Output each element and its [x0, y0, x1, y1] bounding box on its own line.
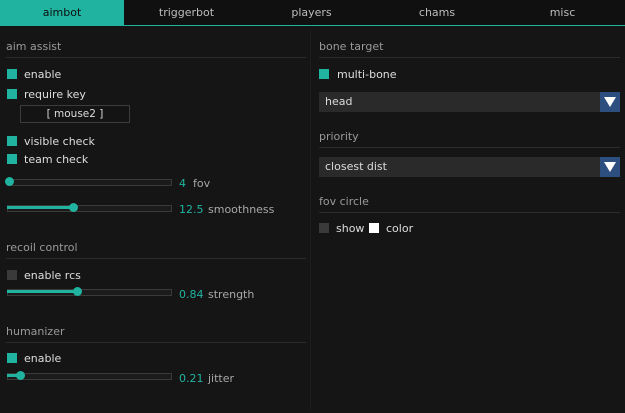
checkbox-enable[interactable]: enable [7, 67, 61, 81]
slider-handle[interactable] [69, 203, 78, 212]
jitter-label: jitter [208, 372, 235, 385]
checkbox-require-key[interactable]: require key [7, 87, 86, 101]
slider-smoothness[interactable] [7, 201, 172, 215]
group-divider [6, 342, 306, 343]
checkbox-require-key-label: require key [24, 87, 86, 101]
slider-track [7, 373, 172, 380]
group-title-bone-target: bone target [319, 40, 384, 53]
checkbox-show[interactable]: show [319, 221, 364, 235]
priority-dropdown-value: closest dist [325, 160, 387, 173]
checkbox-enable-label: enable [24, 67, 62, 81]
checkbox-enable-box[interactable] [7, 69, 17, 79]
tab-aimbot[interactable]: aimbot [0, 0, 124, 25]
checkbox-enable-rcs-box[interactable] [7, 270, 17, 280]
smoothness-label: smoothness [208, 203, 275, 216]
color-swatch[interactable] [369, 223, 379, 233]
slider-fill [7, 206, 71, 209]
chevron-down-icon[interactable] [600, 157, 620, 177]
strength-value: 0.84 [179, 288, 204, 301]
checkbox-multi-bone[interactable]: multi-bone [319, 67, 397, 81]
group-title-humanizer: humanizer [6, 325, 65, 338]
slider-handle[interactable] [73, 287, 82, 296]
jitter-value: 0.21 [179, 372, 204, 385]
color-picker[interactable]: color [369, 221, 413, 235]
checkbox-humanizer-enable-label: enable [24, 351, 62, 365]
color-label: color [386, 221, 414, 235]
tab-chams[interactable]: chams [374, 0, 500, 25]
group-title-priority: priority [319, 130, 359, 143]
checkbox-enable-rcs[interactable]: enable rcs [7, 268, 81, 282]
strength-label: strength [208, 288, 255, 301]
column-divider [310, 30, 311, 410]
chevron-down-icon[interactable] [600, 92, 620, 112]
slider-handle[interactable] [5, 177, 14, 186]
group-title-recoil-control: recoil control [6, 241, 78, 254]
group-title-aim-assist: aim assist [6, 40, 62, 53]
tab-triggerbot[interactable]: triggerbot [124, 0, 249, 25]
checkbox-visible-check-label: visible check [24, 134, 95, 148]
bone-dropdown[interactable]: head [319, 92, 620, 112]
checkbox-show-label: show [336, 221, 365, 235]
bone-dropdown-value: head [325, 95, 353, 108]
checkbox-visible-check[interactable]: visible check [7, 134, 95, 148]
tab-players[interactable]: players [249, 0, 374, 25]
tab-bar: aimbot triggerbot players chams misc [0, 0, 625, 26]
keybind-button[interactable]: [ mouse2 ] [20, 105, 130, 123]
checkbox-multi-bone-box[interactable] [319, 69, 329, 79]
priority-dropdown[interactable]: closest dist [319, 157, 620, 177]
group-divider [319, 212, 620, 213]
slider-jitter[interactable] [7, 369, 172, 383]
slider-fov[interactable] [5, 175, 172, 189]
group-title-fov-circle: fov circle [319, 195, 369, 208]
slider-handle[interactable] [16, 371, 25, 380]
checkbox-team-check-box[interactable] [7, 154, 17, 164]
checkbox-enable-rcs-label: enable rcs [24, 268, 81, 282]
tab-misc[interactable]: misc [500, 0, 625, 25]
checkbox-multi-bone-label: multi-bone [337, 67, 397, 81]
group-divider [319, 57, 620, 58]
checkbox-team-check[interactable]: team check [7, 152, 88, 166]
checkbox-humanizer-enable[interactable]: enable [7, 351, 61, 365]
checkbox-humanizer-enable-box[interactable] [7, 353, 17, 363]
slider-fill [7, 290, 75, 293]
group-divider [6, 258, 306, 259]
group-divider [319, 147, 620, 148]
checkbox-show-box[interactable] [319, 223, 329, 233]
checkbox-require-key-box[interactable] [7, 89, 17, 99]
slider-track [7, 179, 172, 186]
checkbox-team-check-label: team check [24, 152, 89, 166]
slider-strength[interactable] [7, 285, 172, 299]
checkbox-visible-check-box[interactable] [7, 136, 17, 146]
fov-value: 4 [179, 177, 186, 190]
fov-label: fov [193, 177, 211, 190]
smoothness-value: 12.5 [179, 203, 204, 216]
group-divider [6, 57, 306, 58]
